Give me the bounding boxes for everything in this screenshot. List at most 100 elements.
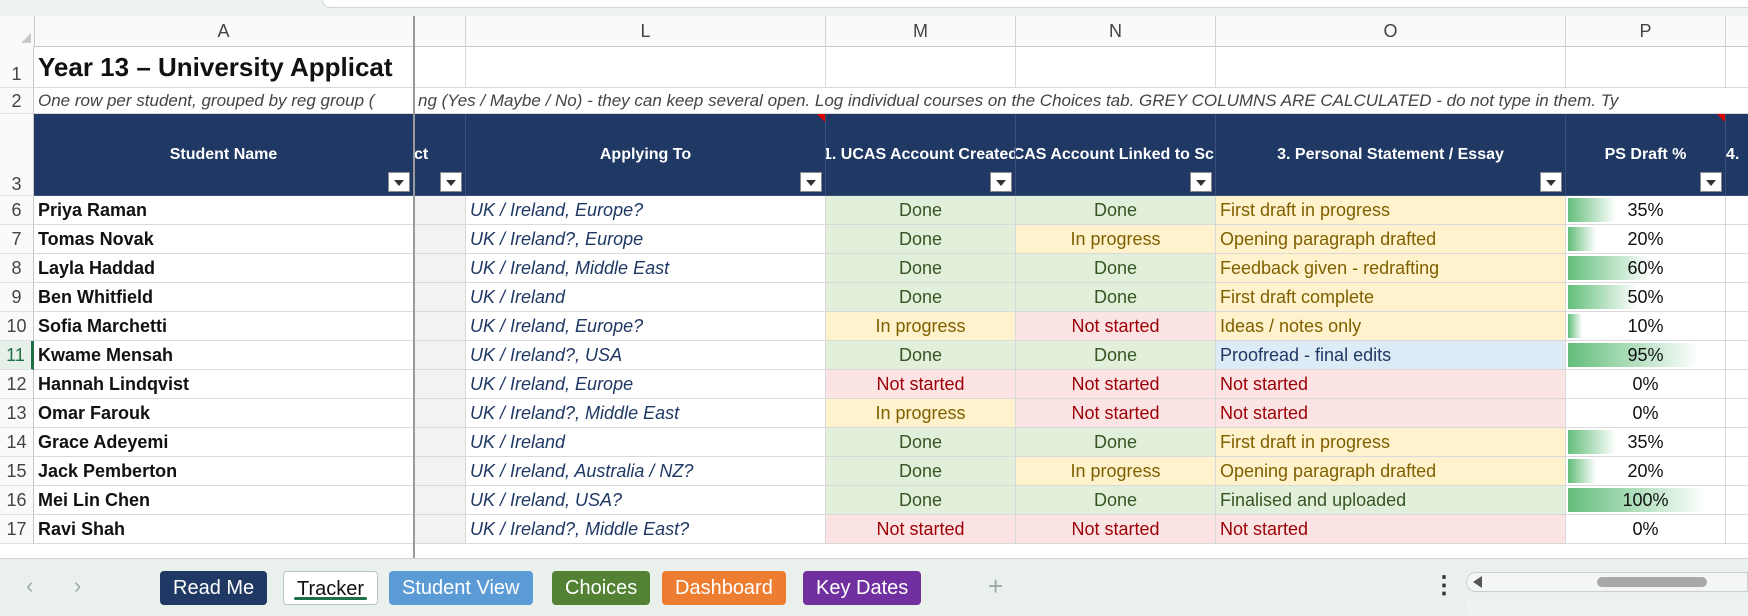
- ps-draft-cell[interactable]: 95%: [1566, 341, 1726, 370]
- formula-bar-edge[interactable]: [322, 0, 1748, 8]
- ucas-linked-cell[interactable]: Not started: [1016, 370, 1216, 399]
- ucas-created-cell[interactable]: Done: [826, 196, 1016, 225]
- row-header-11[interactable]: 11: [0, 341, 34, 370]
- column-header-p[interactable]: P: [1566, 16, 1726, 46]
- calculated-cell[interactable]: [414, 428, 466, 457]
- filter-dropdown-icon[interactable]: [1700, 172, 1722, 192]
- student-name-cell[interactable]: Ben Whitfield: [34, 283, 414, 312]
- calculated-cell[interactable]: [414, 312, 466, 341]
- student-name-cell[interactable]: Layla Haddad: [34, 254, 414, 283]
- cell-empty[interactable]: [1726, 515, 1748, 544]
- column-header-a[interactable]: A: [34, 16, 414, 46]
- student-name-cell[interactable]: Ravi Shah: [34, 515, 414, 544]
- student-name-cell[interactable]: Jack Pemberton: [34, 457, 414, 486]
- student-name-cell[interactable]: Kwame Mensah: [34, 341, 414, 370]
- ucas-created-cell[interactable]: Not started: [826, 370, 1016, 399]
- vertical-dots-icon[interactable]: ⋮: [1432, 571, 1456, 600]
- cell-empty[interactable]: [826, 46, 1016, 88]
- cell-empty[interactable]: [1566, 46, 1726, 88]
- applying-to-cell[interactable]: UK / Ireland?, Europe: [466, 225, 826, 254]
- row-header-8[interactable]: 8: [0, 254, 34, 283]
- column-header-hidden[interactable]: [414, 16, 466, 46]
- ps-draft-cell[interactable]: 60%: [1566, 254, 1726, 283]
- calculated-cell[interactable]: [414, 341, 466, 370]
- ps-draft-cell[interactable]: 20%: [1566, 225, 1726, 254]
- horizontal-scrollbar[interactable]: [1466, 572, 1748, 592]
- chevron-right-icon[interactable]: ›: [74, 573, 81, 599]
- column-header-o[interactable]: O: [1216, 16, 1566, 46]
- tab-tracker[interactable]: Tracker: [283, 571, 379, 605]
- personal-statement-cell[interactable]: Finalised and uploaded: [1216, 486, 1566, 515]
- ucas-linked-cell[interactable]: Not started: [1016, 312, 1216, 341]
- row-header-16[interactable]: 16: [0, 486, 34, 515]
- ucas-created-cell[interactable]: Done: [826, 341, 1016, 370]
- ucas-linked-cell[interactable]: Done: [1016, 486, 1216, 515]
- row-header-17[interactable]: 17: [0, 515, 34, 544]
- scrollbar-thumb[interactable]: [1597, 577, 1707, 587]
- cell-empty[interactable]: [466, 46, 826, 88]
- personal-statement-cell[interactable]: Opening paragraph drafted: [1216, 225, 1566, 254]
- personal-statement-cell[interactable]: Feedback given - redrafting: [1216, 254, 1566, 283]
- ucas-linked-cell[interactable]: Not started: [1016, 399, 1216, 428]
- filter-dropdown-icon[interactable]: [990, 172, 1012, 192]
- personal-statement-cell[interactable]: Ideas / notes only: [1216, 312, 1566, 341]
- ps-draft-cell[interactable]: 10%: [1566, 312, 1726, 341]
- cell-empty[interactable]: [1726, 341, 1748, 370]
- personal-statement-cell[interactable]: First draft complete: [1216, 283, 1566, 312]
- ps-draft-cell[interactable]: 0%: [1566, 399, 1726, 428]
- ps-draft-cell[interactable]: 20%: [1566, 457, 1726, 486]
- cell-empty[interactable]: [1726, 283, 1748, 312]
- row-header-6[interactable]: 6: [0, 196, 34, 225]
- calculated-cell[interactable]: [414, 457, 466, 486]
- scroll-left-arrow-icon[interactable]: [1473, 576, 1482, 588]
- applying-to-cell[interactable]: UK / Ireland, Middle East: [466, 254, 826, 283]
- ps-draft-cell[interactable]: 35%: [1566, 196, 1726, 225]
- row-header-7[interactable]: 7: [0, 225, 34, 254]
- cell-empty[interactable]: [1726, 457, 1748, 486]
- calculated-cell[interactable]: [414, 196, 466, 225]
- ps-draft-cell[interactable]: 50%: [1566, 283, 1726, 312]
- ucas-linked-cell[interactable]: In progress: [1016, 225, 1216, 254]
- calculated-cell[interactable]: [414, 515, 466, 544]
- student-name-cell[interactable]: Grace Adeyemi: [34, 428, 414, 457]
- applying-to-cell[interactable]: UK / Ireland: [466, 428, 826, 457]
- row-header-13[interactable]: 13: [0, 399, 34, 428]
- ps-draft-cell[interactable]: 0%: [1566, 515, 1726, 544]
- row-header-10[interactable]: 10: [0, 312, 34, 341]
- filter-dropdown-icon[interactable]: [800, 172, 822, 192]
- row-header-14[interactable]: 14: [0, 428, 34, 457]
- personal-statement-cell[interactable]: Not started: [1216, 399, 1566, 428]
- tab-read-me[interactable]: Read Me: [160, 571, 268, 605]
- student-name-cell[interactable]: Tomas Novak: [34, 225, 414, 254]
- cell-empty[interactable]: [1216, 46, 1566, 88]
- column-header-q[interactable]: [1726, 16, 1748, 46]
- row-header-3[interactable]: 3: [0, 114, 34, 196]
- cell-empty[interactable]: [1726, 254, 1748, 283]
- ucas-created-cell[interactable]: In progress: [826, 399, 1016, 428]
- calculated-cell[interactable]: [414, 486, 466, 515]
- cell-empty[interactable]: [1726, 399, 1748, 428]
- filter-dropdown-icon[interactable]: [388, 172, 410, 192]
- calculated-cell[interactable]: [414, 225, 466, 254]
- ucas-created-cell[interactable]: Done: [826, 254, 1016, 283]
- row-header-1[interactable]: 1: [0, 46, 34, 88]
- cell-empty[interactable]: [1726, 196, 1748, 225]
- ucas-created-cell[interactable]: In progress: [826, 312, 1016, 341]
- cell-empty[interactable]: [1726, 486, 1748, 515]
- calculated-cell[interactable]: [414, 370, 466, 399]
- student-name-cell[interactable]: Omar Farouk: [34, 399, 414, 428]
- select-all-corner[interactable]: [0, 16, 35, 46]
- applying-to-cell[interactable]: UK / Ireland, Europe?: [466, 196, 826, 225]
- ucas-created-cell[interactable]: Not started: [826, 515, 1016, 544]
- calculated-cell[interactable]: [414, 399, 466, 428]
- applying-to-cell[interactable]: UK / Ireland: [466, 283, 826, 312]
- comment-indicator[interactable]: [1717, 114, 1725, 122]
- cell-empty[interactable]: [1726, 312, 1748, 341]
- row-header-12[interactable]: 12: [0, 370, 34, 399]
- applying-to-cell[interactable]: UK / Ireland, Australia / NZ?: [466, 457, 826, 486]
- applying-to-cell[interactable]: UK / Ireland?, USA: [466, 341, 826, 370]
- ps-draft-cell[interactable]: 100%: [1566, 486, 1726, 515]
- cell-empty[interactable]: [1016, 46, 1216, 88]
- row-header-9[interactable]: 9: [0, 283, 34, 312]
- tab-choices[interactable]: Choices: [552, 571, 651, 605]
